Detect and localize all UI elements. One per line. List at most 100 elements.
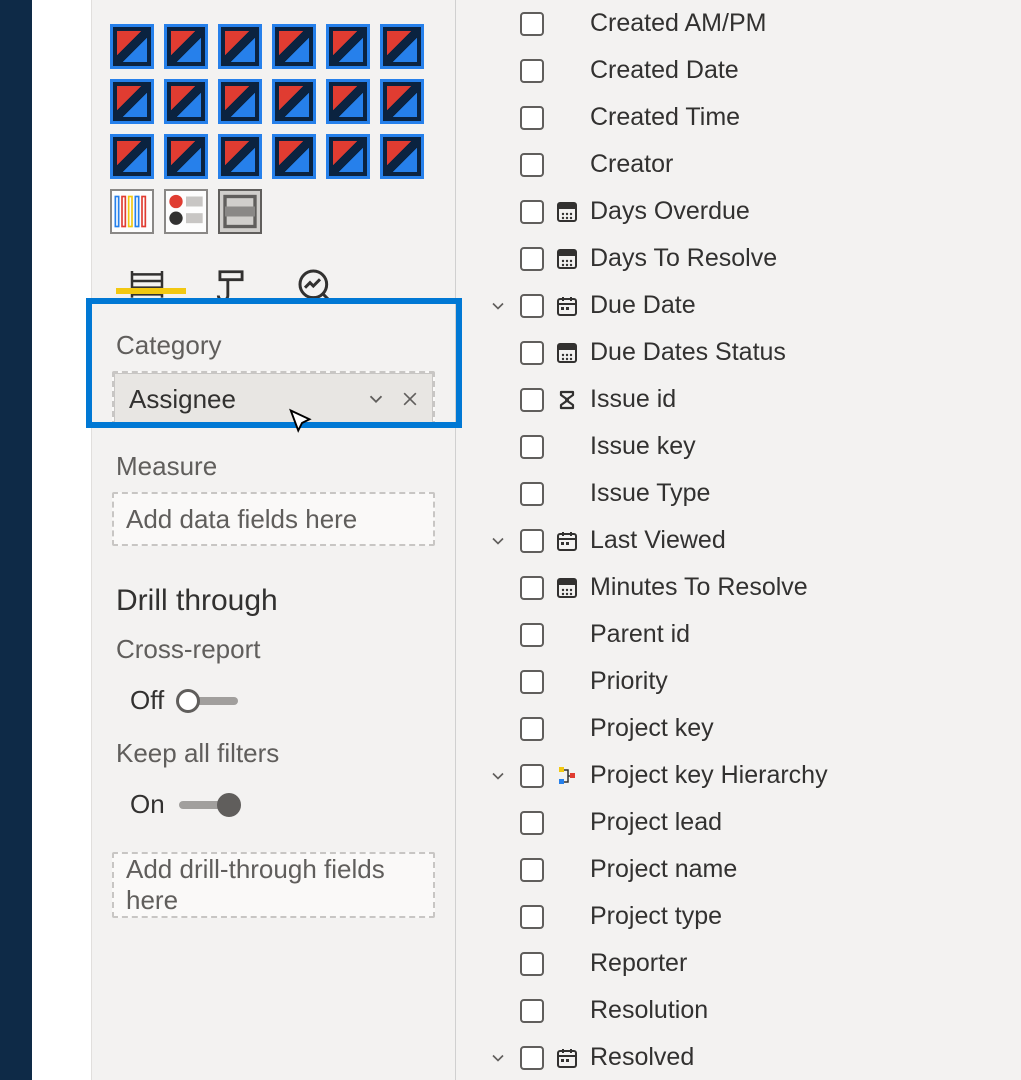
viz-tile[interactable] <box>164 134 208 179</box>
field-checkbox[interactable] <box>520 59 544 83</box>
viz-tile[interactable] <box>164 189 208 234</box>
viz-tile[interactable] <box>110 79 154 124</box>
field-item[interactable]: Issue key <box>468 423 1021 470</box>
cross-report-toggle[interactable] <box>178 697 238 705</box>
field-item[interactable]: Issue Type <box>468 470 1021 517</box>
field-item[interactable]: Project type <box>468 893 1021 940</box>
field-checkbox[interactable] <box>520 388 544 412</box>
field-checkbox[interactable] <box>520 341 544 365</box>
field-checkbox[interactable] <box>520 999 544 1023</box>
calc-type-icon <box>554 575 580 601</box>
app-nav-rail <box>0 0 32 1080</box>
viz-tile[interactable] <box>110 189 154 234</box>
viz-tile[interactable] <box>272 24 316 69</box>
cross-report-toggle-row: Off <box>110 675 437 738</box>
field-checkbox[interactable] <box>520 482 544 506</box>
field-checkbox[interactable] <box>520 200 544 224</box>
field-checkbox[interactable] <box>520 247 544 271</box>
field-item[interactable]: Created AM/PM <box>468 0 1021 47</box>
field-checkbox[interactable] <box>520 905 544 929</box>
expand-chevron-icon <box>486 811 510 835</box>
viz-tile[interactable] <box>326 134 370 179</box>
chevron-down-icon[interactable] <box>362 385 390 413</box>
expand-chevron-icon[interactable] <box>486 764 510 788</box>
category-field-pill[interactable]: Assignee <box>114 373 433 425</box>
field-item[interactable]: Created Date <box>468 47 1021 94</box>
field-item[interactable]: Project name <box>468 846 1021 893</box>
field-checkbox[interactable] <box>520 12 544 36</box>
field-item[interactable]: Resolved <box>468 1034 1021 1080</box>
field-item[interactable]: Due Dates Status <box>468 329 1021 376</box>
viz-tile[interactable] <box>272 134 316 179</box>
viz-tile[interactable] <box>218 24 262 69</box>
viz-tile[interactable] <box>110 24 154 69</box>
field-item[interactable]: Project lead <box>468 799 1021 846</box>
field-item[interactable]: Last Viewed <box>468 517 1021 564</box>
field-item[interactable]: Parent id <box>468 611 1021 658</box>
viz-tile[interactable] <box>164 79 208 124</box>
drillthrough-field-well[interactable]: Add drill-through fields here <box>112 852 435 918</box>
viz-tile[interactable] <box>380 24 424 69</box>
expand-chevron-icon[interactable] <box>486 294 510 318</box>
expand-chevron-icon <box>486 59 510 83</box>
field-checkbox[interactable] <box>520 858 544 882</box>
measure-field-well[interactable]: Add data fields here <box>112 492 435 546</box>
field-item[interactable]: Issue id <box>468 376 1021 423</box>
remove-field-icon[interactable] <box>396 385 424 413</box>
expand-chevron-icon[interactable] <box>486 529 510 553</box>
field-label: Days Overdue <box>590 197 750 226</box>
expand-chevron-icon <box>486 858 510 882</box>
format-tab-icon[interactable] <box>210 265 252 307</box>
category-field-well[interactable]: Assignee <box>112 371 435 427</box>
viz-tile[interactable] <box>218 134 262 179</box>
field-item[interactable]: Project key <box>468 705 1021 752</box>
expand-chevron-icon[interactable] <box>486 1046 510 1070</box>
field-item[interactable]: Reporter <box>468 940 1021 987</box>
format-tabs <box>92 244 455 314</box>
none-type-icon <box>554 105 580 131</box>
canvas-gutter <box>32 0 92 1080</box>
viz-tile[interactable] <box>380 79 424 124</box>
analytics-tab-icon[interactable] <box>294 265 336 307</box>
field-checkbox[interactable] <box>520 952 544 976</box>
field-item[interactable]: Created Time <box>468 94 1021 141</box>
fields-tab-icon[interactable] <box>126 265 168 307</box>
field-item[interactable]: Minutes To Resolve <box>468 564 1021 611</box>
field-checkbox[interactable] <box>520 106 544 130</box>
expand-chevron-icon <box>486 623 510 647</box>
field-checkbox[interactable] <box>520 435 544 459</box>
field-checkbox[interactable] <box>520 811 544 835</box>
field-item[interactable]: Days To Resolve <box>468 235 1021 282</box>
field-item[interactable]: Project key Hierarchy <box>468 752 1021 799</box>
keep-filters-toggle[interactable] <box>179 801 239 809</box>
field-checkbox[interactable] <box>520 294 544 318</box>
field-item[interactable]: Priority <box>468 658 1021 705</box>
field-checkbox[interactable] <box>520 623 544 647</box>
viz-tile[interactable] <box>380 134 424 179</box>
calc-type-icon <box>554 199 580 225</box>
expand-chevron-icon <box>486 247 510 271</box>
field-label: Creator <box>590 150 673 179</box>
viz-tile[interactable] <box>218 79 262 124</box>
field-checkbox[interactable] <box>520 529 544 553</box>
field-checkbox[interactable] <box>520 670 544 694</box>
viz-tile[interactable] <box>326 24 370 69</box>
expand-chevron-icon <box>486 200 510 224</box>
field-checkbox[interactable] <box>520 153 544 177</box>
field-item[interactable]: Due Date <box>468 282 1021 329</box>
viz-tile[interactable] <box>218 189 262 234</box>
field-item[interactable]: Creator <box>468 141 1021 188</box>
viz-tile[interactable] <box>272 79 316 124</box>
viz-tile[interactable] <box>164 24 208 69</box>
viz-tile[interactable] <box>110 134 154 179</box>
none-type-icon <box>554 904 580 930</box>
field-checkbox[interactable] <box>520 576 544 600</box>
viz-tile[interactable] <box>326 79 370 124</box>
field-item[interactable]: Days Overdue <box>468 188 1021 235</box>
field-checkbox[interactable] <box>520 717 544 741</box>
field-checkbox[interactable] <box>520 764 544 788</box>
field-checkbox[interactable] <box>520 1046 544 1070</box>
field-item[interactable]: Resolution <box>468 987 1021 1034</box>
field-label: Project key <box>590 714 714 743</box>
expand-chevron-icon <box>486 153 510 177</box>
